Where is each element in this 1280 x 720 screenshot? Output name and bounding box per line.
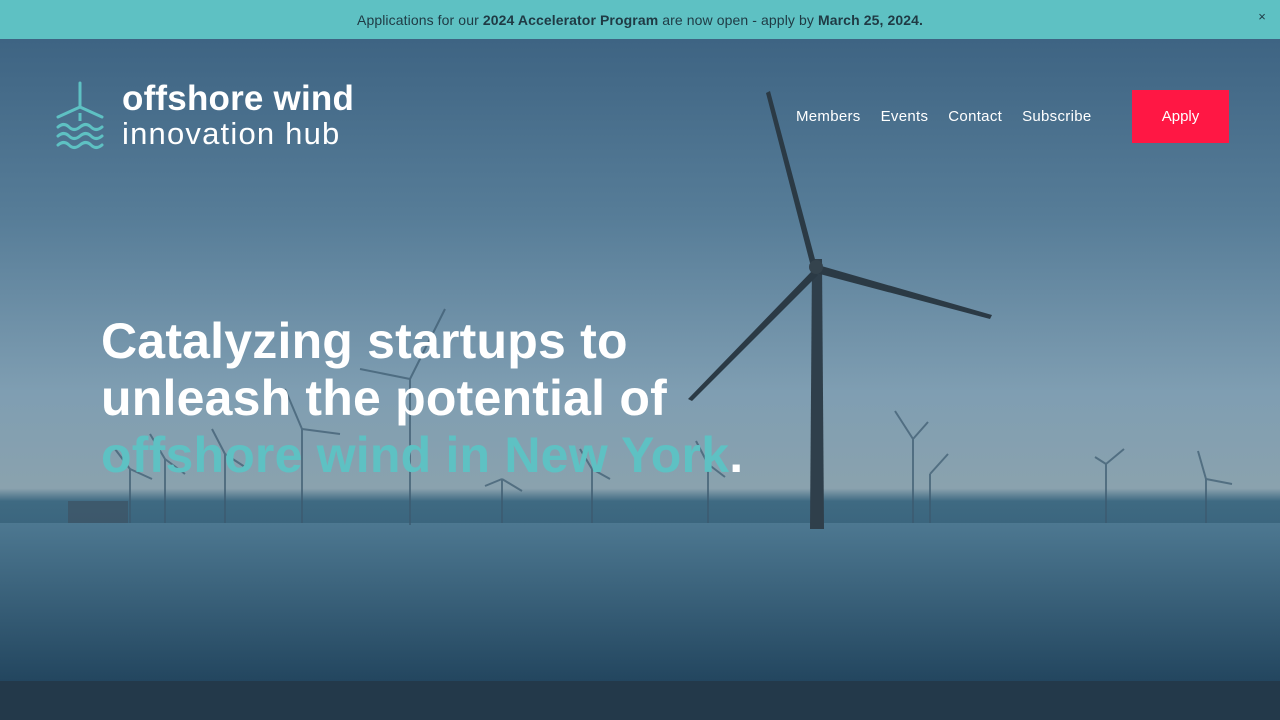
apply-button[interactable]: Apply — [1132, 90, 1229, 143]
headline-accent: offshore wind in New York — [101, 427, 730, 483]
nav-link-events[interactable]: Events — [881, 108, 929, 125]
headline-line-2: unleash the potential of — [101, 370, 667, 426]
announcement-middle: are now open - apply by — [658, 11, 818, 28]
announcement-deadline: March 25, 2024. — [817, 11, 923, 28]
hero-section: offshore wind innovation hub Members Eve… — [0, 39, 1280, 681]
nav-link-subscribe[interactable]: Subscribe — [1022, 108, 1091, 125]
wind-turbine-waves-icon — [56, 81, 104, 149]
nav-link-contact[interactable]: Contact — [948, 108, 1002, 125]
announcement-banner: Applications for our 2024 Accelerator Pr… — [0, 0, 1280, 39]
site-logo[interactable]: offshore wind innovation hub — [56, 81, 354, 153]
sea-surface — [0, 523, 1280, 681]
nav-link-members[interactable]: Members — [796, 108, 861, 125]
logo-line-1: offshore wind — [122, 79, 355, 118]
logo-line-2: innovation hub — [122, 116, 341, 151]
main-nav: Members Events Contact Subscribe — [796, 108, 1092, 125]
hero-headline: Catalyzing startups to unleash the poten… — [101, 313, 861, 484]
announcement-program: 2024 Accelerator Program — [482, 11, 659, 28]
next-section-band — [0, 681, 1280, 720]
headline-line-1: Catalyzing startups to — [101, 313, 628, 369]
announcement-prefix: Applications for our — [357, 11, 483, 28]
announcement-text: Applications for our 2024 Accelerator Pr… — [357, 12, 923, 28]
vessel — [68, 501, 128, 523]
close-icon[interactable]: × — [1258, 9, 1266, 24]
headline-period: . — [729, 427, 744, 483]
